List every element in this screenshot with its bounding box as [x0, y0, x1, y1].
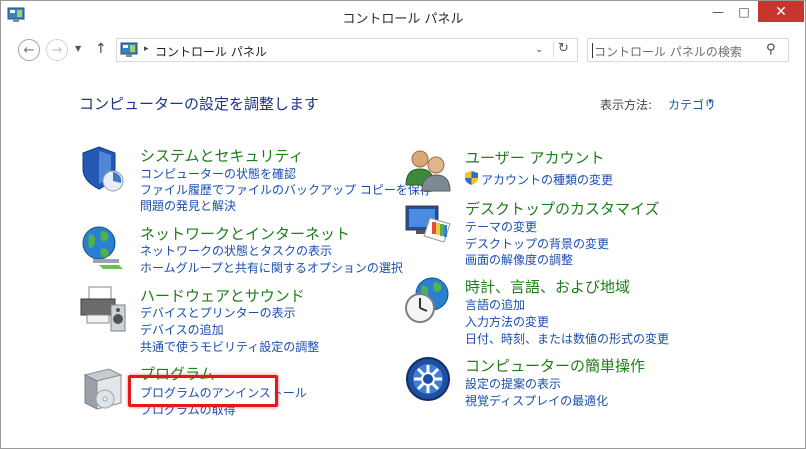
- control-panel-window: コントロール パネル — □ ✕ ← → ▼ ↑ ▸ コントロール パネル ⌄ …: [0, 0, 806, 449]
- programs-box-icon[interactable]: [79, 363, 127, 411]
- link-network-status[interactable]: ネットワークの状態とタスクの表示: [140, 242, 332, 259]
- search-icon[interactable]: ⚲: [766, 42, 776, 57]
- link-optimize-display[interactable]: 視覚ディスプレイの最適化: [465, 392, 608, 409]
- link-change-date-format[interactable]: 日付、時刻、または数値の形式の変更: [465, 330, 669, 347]
- link-change-input-method[interactable]: 入力方法の変更: [465, 313, 549, 330]
- category-title[interactable]: 時計、言語、および地域: [465, 276, 630, 297]
- ease-of-access-icon[interactable]: [404, 355, 452, 403]
- link-suggested-settings[interactable]: 設定の提案の表示: [465, 375, 561, 392]
- refresh-icon[interactable]: ↻: [558, 41, 569, 56]
- category-title[interactable]: ハードウェアとサウンド: [140, 285, 305, 306]
- up-button[interactable]: ↑: [95, 41, 107, 57]
- category-title[interactable]: ユーザー アカウント: [465, 147, 604, 168]
- desktop-palette-icon[interactable]: [404, 198, 452, 246]
- link-troubleshoot[interactable]: 問題の発見と解決: [140, 197, 236, 214]
- clock-globe-icon[interactable]: [404, 276, 452, 324]
- highlight-box: [128, 375, 278, 407]
- view-by-caret-icon[interactable]: ▾: [708, 97, 713, 107]
- recent-locations-button[interactable]: ▼: [75, 44, 81, 53]
- navigation-bar: ← → ▼ ↑ ▸ コントロール パネル ⌄ ↻ コントロール パネルの検索 ⚲: [1, 33, 805, 67]
- link-mobility-settings[interactable]: 共通で使うモビリティ設定の調整: [140, 338, 319, 355]
- breadcrumb-separator-icon[interactable]: ▸: [144, 44, 149, 54]
- address-dropdown-icon[interactable]: ⌄: [535, 44, 543, 55]
- breadcrumb-control-panel[interactable]: コントロール パネル: [155, 43, 267, 60]
- link-homegroup[interactable]: ホームグループと共有に関するオプションの選択: [140, 259, 403, 276]
- category-title[interactable]: システムとセキュリティ: [140, 145, 304, 166]
- search-input[interactable]: コントロール パネルの検索: [594, 43, 742, 60]
- link-change-account-type[interactable]: アカウントの種類の変更: [481, 171, 613, 188]
- uac-shield-icon: [465, 171, 478, 185]
- window-title: コントロール パネル: [342, 12, 464, 27]
- page-title: コンピューターの設定を調整します: [79, 95, 320, 113]
- category-title[interactable]: デスクトップのカスタマイズ: [465, 198, 660, 219]
- network-globe-icon[interactable]: [79, 223, 127, 271]
- back-button[interactable]: ←: [18, 39, 40, 61]
- control-panel-icon: [120, 42, 138, 57]
- address-bar[interactable]: ▸ コントロール パネル ⌄ ↻: [116, 38, 578, 62]
- link-add-device[interactable]: デバイスの追加: [140, 321, 224, 338]
- text-caret: [592, 43, 593, 58]
- shield-icon[interactable]: [79, 145, 127, 193]
- category-title[interactable]: コンピューターの簡単操作: [465, 355, 645, 376]
- link-adjust-resolution[interactable]: 画面の解像度の調整: [465, 251, 573, 268]
- link-check-status[interactable]: コンピューターの状態を確認: [140, 165, 296, 182]
- link-add-language[interactable]: 言語の追加: [465, 296, 525, 313]
- link-change-theme[interactable]: テーマの変更: [465, 218, 537, 235]
- address-divider: [553, 42, 554, 58]
- link-change-background[interactable]: デスクトップの背景の変更: [465, 235, 609, 252]
- close-button[interactable]: ✕: [758, 1, 804, 22]
- search-box[interactable]: コントロール パネルの検索 ⚲: [587, 38, 789, 62]
- view-by-label: 表示方法:: [600, 98, 653, 112]
- maximize-button[interactable]: □: [731, 1, 757, 22]
- minimize-button[interactable]: —: [705, 1, 731, 22]
- title-bar: コントロール パネル — □ ✕: [1, 1, 805, 32]
- category-title[interactable]: ネットワークとインターネット: [140, 223, 350, 244]
- link-file-history[interactable]: ファイル履歴でファイルのバックアップ コピーを保存: [140, 181, 432, 198]
- printer-icon[interactable]: [79, 285, 127, 333]
- users-icon[interactable]: [404, 147, 452, 195]
- link-devices-printers[interactable]: デバイスとプリンターの表示: [140, 304, 296, 321]
- forward-button[interactable]: →: [46, 39, 68, 61]
